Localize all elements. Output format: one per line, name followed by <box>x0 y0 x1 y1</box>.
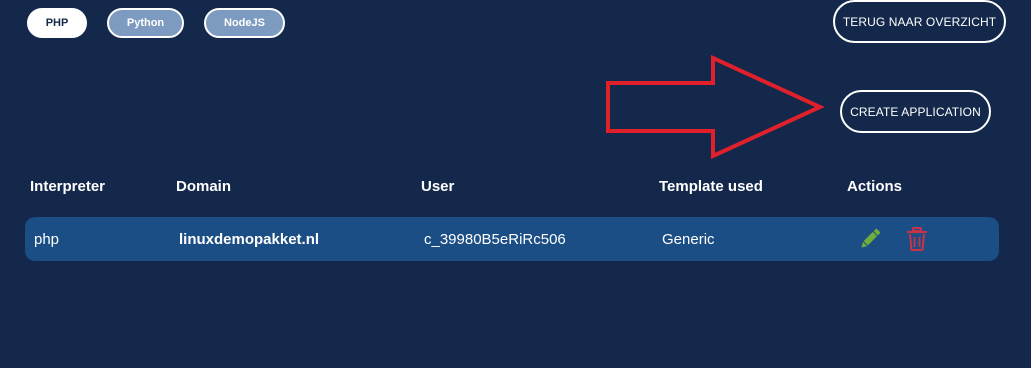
cell-user: c_39980B5eRiRc506 <box>424 231 566 248</box>
cell-interpreter: php <box>34 231 60 248</box>
header-template-used: Template used <box>659 178 763 195</box>
header-domain: Domain <box>176 178 232 195</box>
tab-php[interactable]: PHP <box>27 8 87 38</box>
trash-icon[interactable] <box>904 226 930 252</box>
tab-python[interactable]: Python <box>107 8 184 38</box>
back-to-overview-button[interactable]: TERUG NAAR OVERZICHT <box>833 0 1006 43</box>
header-actions: Actions <box>847 178 903 195</box>
header-user: User <box>421 178 455 195</box>
pencil-icon[interactable] <box>857 226 883 252</box>
header-interpreter: Interpreter <box>30 178 106 195</box>
cell-template: Generic <box>662 231 715 248</box>
create-application-button[interactable]: CREATE APPLICATION <box>840 90 991 133</box>
tab-nodejs[interactable]: NodeJS <box>204 8 285 38</box>
cell-domain: linuxdemopakket.nl <box>179 231 320 248</box>
annotation-arrow-icon <box>606 55 825 160</box>
